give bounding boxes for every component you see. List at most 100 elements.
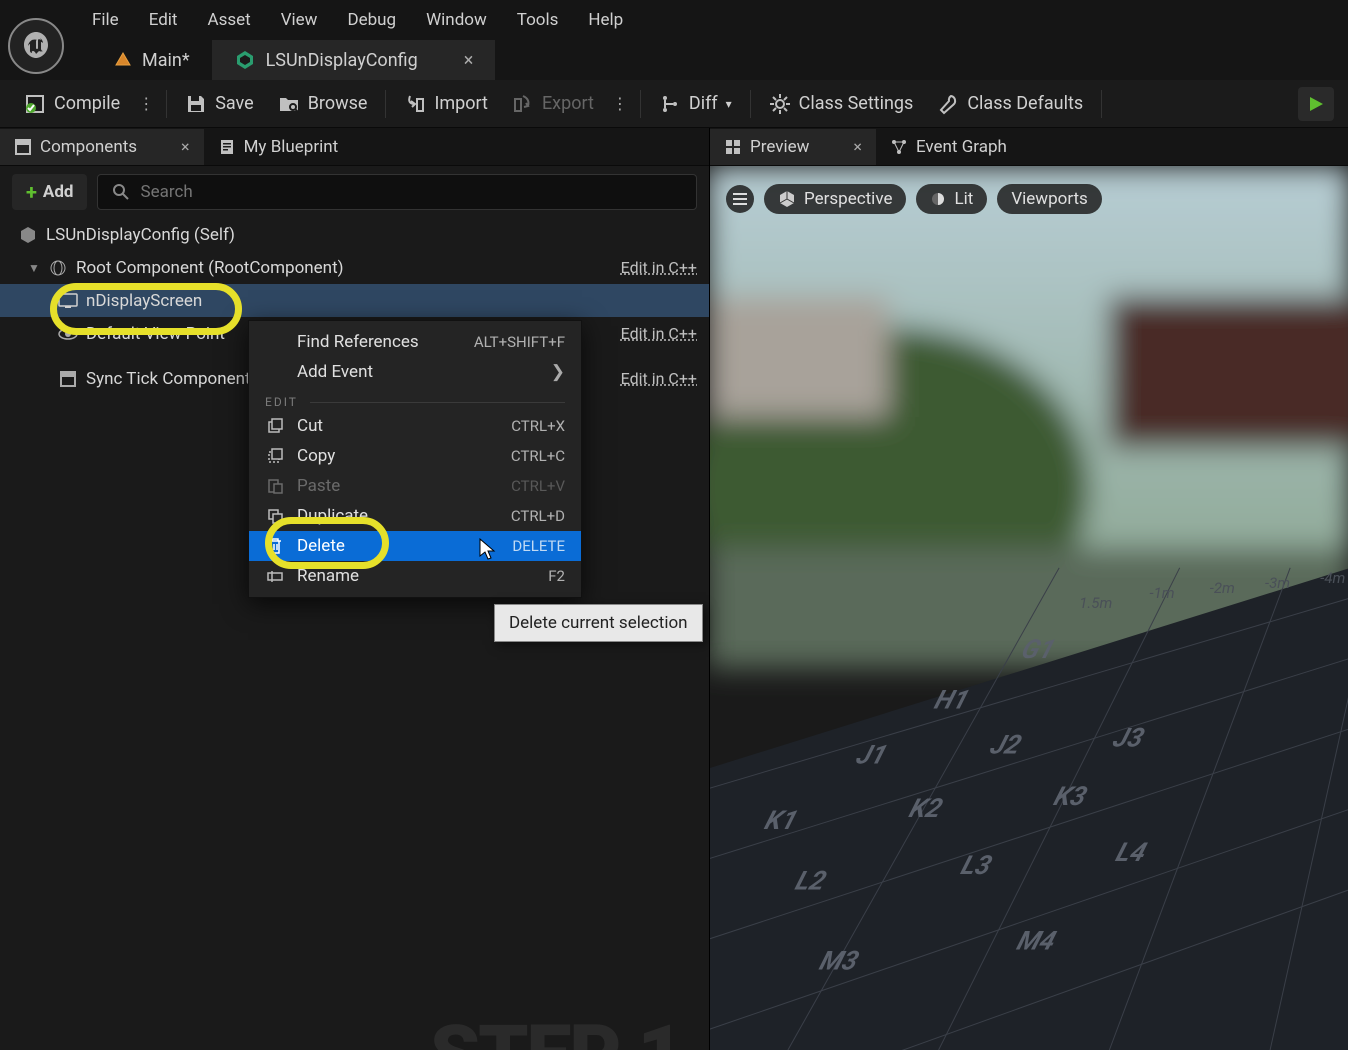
ctx-paste[interactable]: Paste CTRL+V — [249, 471, 581, 501]
lit-button[interactable]: Lit — [916, 184, 987, 214]
menu-tools[interactable]: Tools — [517, 10, 559, 30]
compile-icon — [24, 93, 46, 115]
viewport-options-button[interactable] — [726, 185, 754, 213]
add-component-button[interactable]: + Add — [12, 174, 87, 210]
close-icon[interactable]: × — [464, 50, 474, 71]
save-button[interactable]: Save — [175, 87, 264, 121]
search-components-input[interactable] — [97, 174, 697, 210]
sync-tick-icon — [58, 370, 78, 388]
paste-icon — [265, 478, 285, 494]
ctx-label: Add Event — [297, 362, 373, 382]
menu-window[interactable]: Window — [426, 10, 487, 30]
browse-button[interactable]: Browse — [268, 87, 378, 121]
ctx-find-references[interactable]: Find References ALT+SHIFT+F — [249, 327, 581, 357]
ctx-label: Paste — [297, 476, 340, 496]
svg-text:-1m: -1m — [1150, 584, 1175, 602]
tab-label: Event Graph — [916, 137, 1007, 157]
ctx-shortcut: CTRL+D — [511, 507, 565, 525]
menu-asset[interactable]: Asset — [207, 10, 250, 30]
ctx-duplicate[interactable]: Duplicate CTRL+D — [249, 501, 581, 531]
tab-preview[interactable]: Preview × — [710, 129, 876, 165]
class-defaults-button[interactable]: Class Defaults — [927, 87, 1093, 121]
ctx-shortcut: CTRL+V — [511, 477, 565, 495]
section-label: EDIT — [265, 395, 298, 409]
export-label: Export — [542, 93, 594, 114]
export-icon — [512, 93, 534, 115]
compile-options[interactable]: ⋮ — [134, 94, 158, 113]
unreal-icon — [20, 30, 52, 62]
tree-row-root[interactable]: ▼ Root Component (RootComponent) Edit in… — [0, 251, 709, 284]
export-button[interactable]: Export — [502, 87, 604, 121]
compile-button[interactable]: Compile — [14, 87, 130, 121]
close-icon[interactable]: × — [181, 137, 190, 156]
svg-text:-4m: -4m — [1320, 569, 1345, 587]
edit-cpp-link[interactable]: Edit in C++ — [621, 258, 697, 277]
diff-button[interactable]: Diff ▾ — [649, 87, 742, 121]
tab-label: Preview — [750, 137, 809, 157]
chevron-down-icon: ▾ — [726, 97, 732, 111]
import-button[interactable]: Import — [394, 87, 497, 121]
compile-label: Compile — [54, 93, 120, 114]
menu-debug[interactable]: Debug — [347, 10, 396, 30]
class-defaults-label: Class Defaults — [967, 93, 1083, 114]
viewpoint-icon — [58, 326, 78, 342]
menu-edit[interactable]: Edit — [149, 10, 178, 30]
expander-icon[interactable]: ▼ — [28, 261, 42, 275]
viewports-button[interactable]: Viewports — [997, 184, 1102, 214]
tree-label: LSUnDisplayConfig (Self) — [46, 225, 235, 245]
close-icon[interactable]: × — [853, 137, 862, 156]
diff-label: Diff — [689, 93, 718, 114]
components-icon — [14, 138, 32, 156]
ctx-cut[interactable]: Cut CTRL+X — [249, 411, 581, 441]
ctx-label: Copy — [297, 446, 335, 466]
ctx-copy[interactable]: Copy CTRL+C — [249, 441, 581, 471]
class-settings-label: Class Settings — [799, 93, 914, 114]
edit-cpp-link[interactable]: Edit in C++ — [621, 369, 697, 388]
context-menu: Find References ALT+SHIFT+F Add Event ❯ … — [248, 320, 582, 598]
save-label: Save — [215, 93, 254, 114]
perspective-button[interactable]: Perspective — [764, 184, 906, 214]
lit-icon — [930, 191, 946, 207]
menu-file[interactable]: File — [92, 10, 119, 30]
separator — [640, 90, 641, 118]
ctx-shortcut: CTRL+X — [511, 417, 565, 435]
tree-row-self[interactable]: LSUnDisplayConfig (Self) — [0, 218, 709, 251]
browse-icon — [278, 93, 300, 115]
class-settings-button[interactable]: Class Settings — [759, 87, 924, 121]
ctx-delete[interactable]: Delete DELETE — [249, 531, 581, 561]
play-icon — [1307, 95, 1325, 113]
duplicate-icon — [265, 508, 285, 524]
separator — [750, 90, 751, 118]
ue-logo[interactable] — [8, 18, 64, 74]
ctx-label: Find References — [297, 332, 419, 352]
file-tab-main[interactable]: Main* — [92, 40, 212, 80]
tree-label: nDisplayScreen — [86, 291, 202, 311]
tab-event-graph[interactable]: Event Graph — [876, 129, 1021, 165]
tab-my-blueprint[interactable]: My Blueprint — [204, 129, 353, 165]
step-watermark: STEP 1 — [430, 1008, 682, 1050]
ctx-label: Duplicate — [297, 506, 368, 526]
perspective-label: Perspective — [804, 189, 892, 209]
menu-help[interactable]: Help — [588, 10, 623, 30]
menu-view[interactable]: View — [281, 10, 318, 30]
search-input[interactable] — [140, 182, 682, 202]
ctx-shortcut: CTRL+C — [511, 447, 565, 465]
ndisplay-config-icon — [234, 49, 256, 71]
search-icon — [112, 183, 130, 201]
file-tab-label: Main* — [142, 50, 190, 71]
save-icon — [185, 93, 207, 115]
svg-text:-2m: -2m — [1210, 579, 1235, 597]
tree-label: Sync Tick Component — [86, 369, 251, 389]
export-options[interactable]: ⋮ — [608, 94, 632, 113]
file-tab-config[interactable]: LSUnDisplayConfig × — [212, 40, 496, 80]
ctx-rename[interactable]: Rename F2 — [249, 561, 581, 591]
ctx-add-event[interactable]: Add Event ❯ — [249, 357, 581, 387]
play-button[interactable] — [1298, 87, 1334, 121]
ctx-label: Rename — [297, 566, 359, 586]
tree-row-ndisplayscreen[interactable]: nDisplayScreen — [0, 284, 709, 317]
svg-text:1.5m: 1.5m — [1079, 594, 1112, 612]
viewport[interactable]: G1 H1 J1 J2 J3 K1 K2 K3 L2 L3 L4 M3 — [710, 166, 1348, 1050]
graph-icon — [890, 138, 908, 156]
tab-components[interactable]: Components × — [0, 129, 204, 165]
edit-cpp-link[interactable]: Edit in C++ — [621, 324, 697, 343]
